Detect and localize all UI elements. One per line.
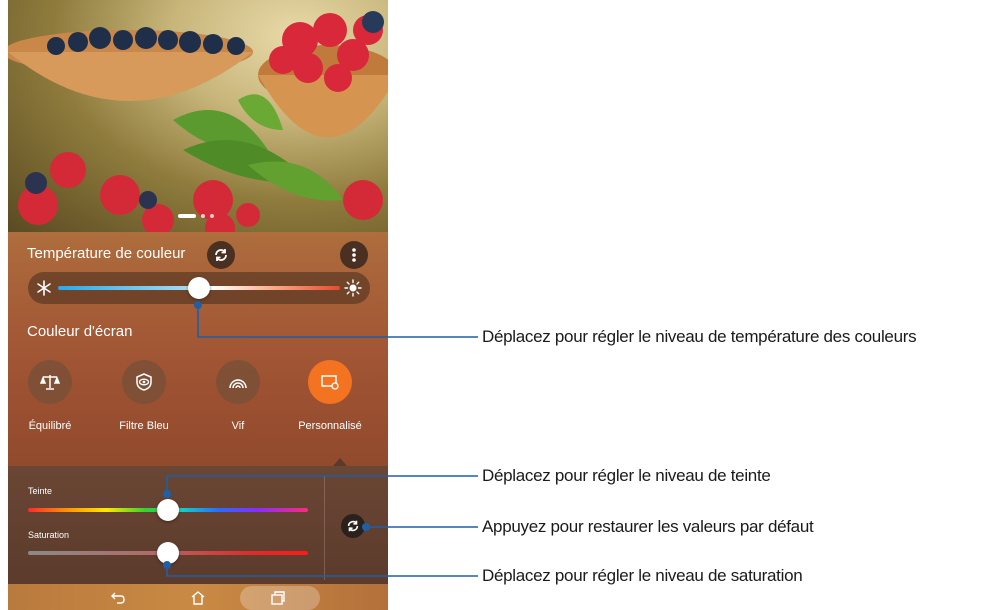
callout-hue: Déplacez pour régler le niveau de teinte	[482, 466, 771, 485]
callout-saturation: Déplacez pour régler le niveau de satura…	[482, 566, 803, 585]
callout-reset: Appuyez pour restaurer les valeurs par d…	[482, 517, 814, 536]
callout-temperature: Déplacez pour régler le niveau de tempér…	[482, 327, 917, 346]
